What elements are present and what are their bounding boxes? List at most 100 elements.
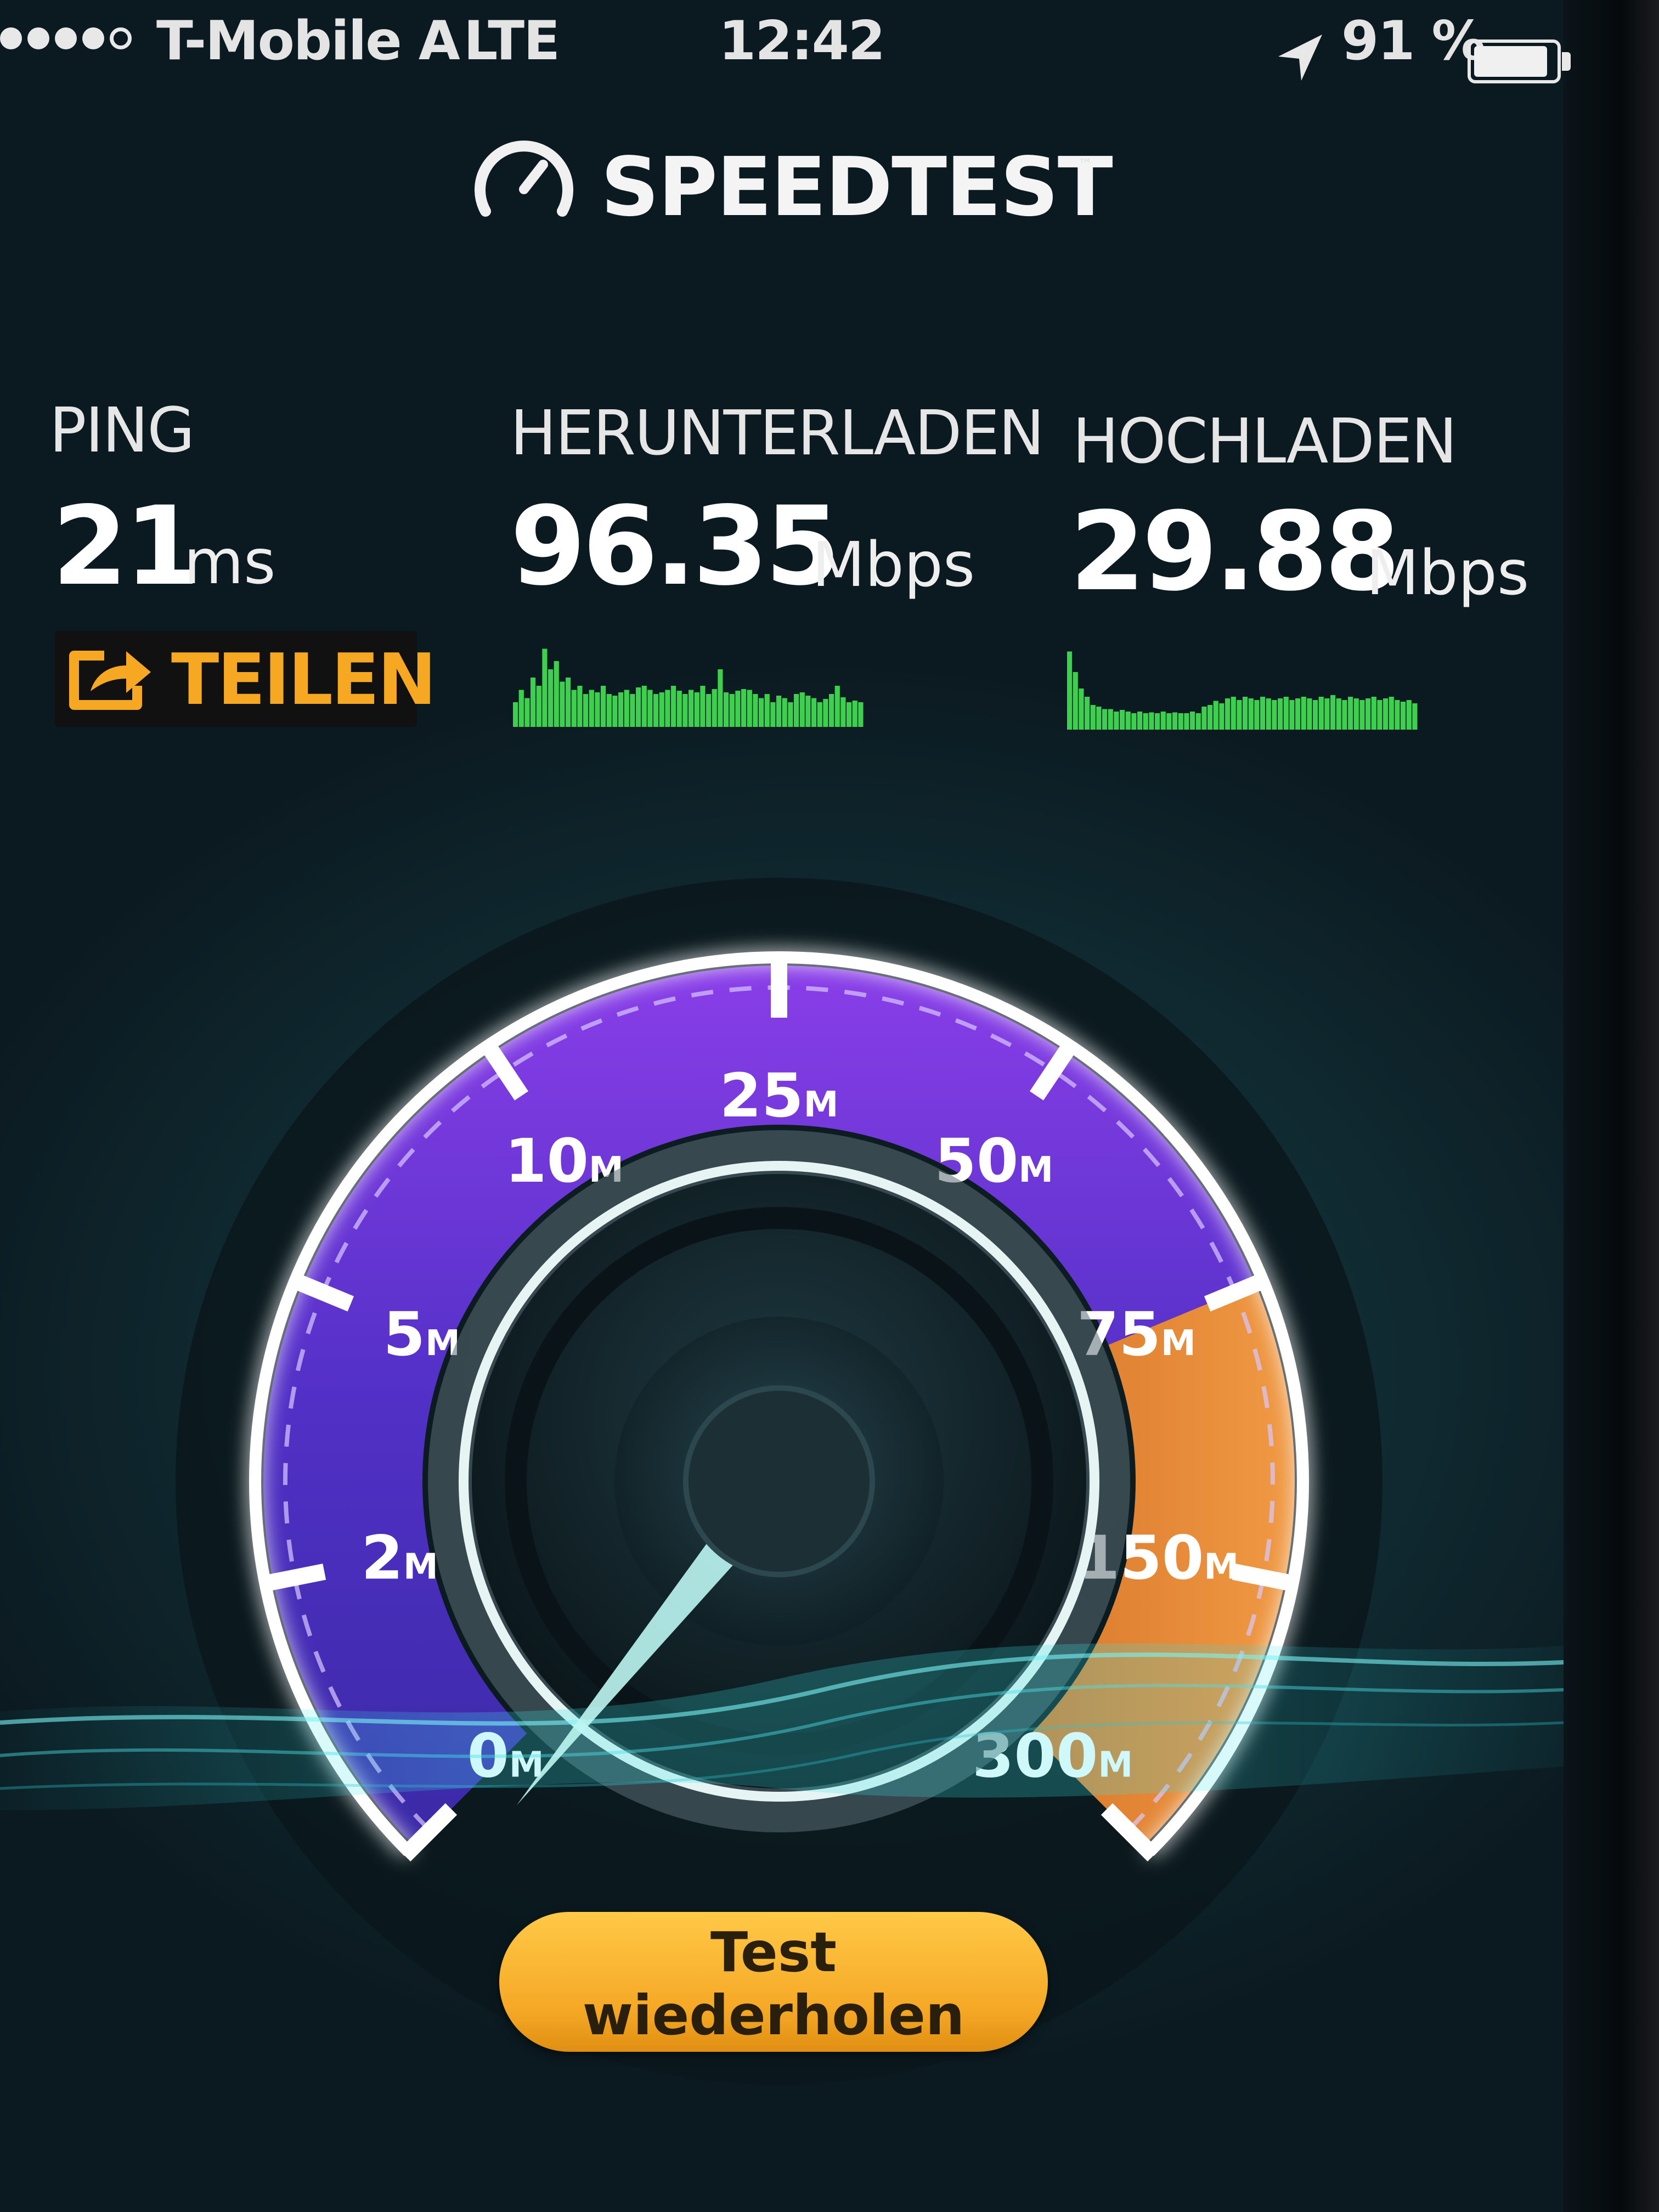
sparkline-bar <box>612 696 618 727</box>
upload-label: HOCHLADEN <box>1073 406 1457 477</box>
ping-value: 21 <box>52 483 200 610</box>
sparkline-bar <box>729 694 735 727</box>
sparkline-bar <box>1184 713 1189 730</box>
battery-icon <box>1468 40 1561 83</box>
sparkline-bar <box>689 690 694 727</box>
sparkline-bar <box>1283 697 1289 730</box>
sparkline-bar <box>1114 712 1119 730</box>
retest-label-line1[interactable]: Test <box>499 1920 1048 1984</box>
sparkline-bar <box>1324 698 1330 730</box>
sparkline-bar <box>1085 697 1090 730</box>
sparkline-bar <box>682 694 688 727</box>
sparkline-bar <box>823 699 828 727</box>
sparkline-bar <box>1137 712 1143 730</box>
sparkline-bar <box>788 702 793 727</box>
battery-tip <box>1562 52 1571 71</box>
sparkline-bar <box>1330 695 1336 730</box>
sparkline-bar <box>1149 712 1154 730</box>
sparkline-bar <box>1178 713 1183 730</box>
sparkline-bar <box>1125 712 1131 730</box>
sparkline-bar <box>531 678 536 727</box>
upload-sparkline <box>1067 651 1418 730</box>
sparkline-bar <box>1301 697 1306 730</box>
sparkline-bar <box>1359 700 1365 730</box>
sparkline-bar <box>659 692 664 727</box>
sparkline-bar <box>624 690 629 727</box>
sparkline-bar <box>1067 651 1073 730</box>
sparkline-bar <box>753 694 758 727</box>
sparkline-bar <box>1383 698 1389 730</box>
ping-unit: ms <box>184 527 276 598</box>
sparkline-bar <box>566 678 571 727</box>
sparkline-bar <box>524 698 530 727</box>
sparkline-bar <box>840 697 846 727</box>
sparkline-bar <box>1090 705 1096 730</box>
sparkline-bar <box>577 686 583 727</box>
sparkline-bar <box>829 694 834 727</box>
sparkline-bar <box>1231 697 1236 730</box>
signal-dot <box>55 27 77 49</box>
upload-value: 29.88 <box>1070 488 1400 615</box>
sparkline-bar <box>805 696 811 727</box>
sparkline-bar <box>735 691 741 727</box>
sparkline-bar <box>630 694 635 727</box>
sparkline-bar <box>665 690 670 727</box>
download-unit: Mbps <box>812 529 975 601</box>
sparkline-bar <box>741 689 747 727</box>
sparkline-bar <box>1348 697 1353 730</box>
sparkline-bar <box>1353 698 1359 730</box>
network-type: LTE <box>464 10 560 72</box>
sparkline-bar <box>589 690 594 727</box>
sparkline-bar <box>536 686 541 727</box>
battery-percent: 91 % <box>1341 10 1486 72</box>
speedometer-logo-icon <box>475 140 573 217</box>
sparkline-bar <box>847 702 852 727</box>
sparkline-bar <box>852 701 857 727</box>
ping-label: PING <box>49 395 195 466</box>
sparkline-bar <box>676 691 682 727</box>
sparkline-bar <box>770 702 776 727</box>
sparkline-bar <box>1207 705 1213 730</box>
sparkline-bar <box>776 696 782 727</box>
sparkline-bar <box>1195 713 1201 730</box>
sparkline-bar <box>1201 707 1207 730</box>
sparkline-bar <box>799 692 805 727</box>
sparkline-bar <box>724 692 729 727</box>
download-label: HERUNTERLADEN <box>510 398 1045 469</box>
sparkline-bar <box>1079 689 1084 730</box>
device-bezel <box>1564 0 1659 2212</box>
sparkline-bar <box>1143 713 1148 730</box>
signal-dot <box>82 27 104 49</box>
share-label[interactable]: TEILEN <box>171 639 436 721</box>
sparkline-bar <box>571 690 577 727</box>
sparkline-bar <box>601 686 606 727</box>
sparkline-bar <box>1120 710 1125 730</box>
sparkline-bar <box>747 690 752 727</box>
gauge-hub-center <box>683 1385 875 1577</box>
sparkline-bar <box>1365 698 1371 730</box>
sparkline-bar <box>1190 712 1195 730</box>
sparkline-bar <box>1401 702 1406 730</box>
sparkline-bar <box>817 702 822 727</box>
sparkline-bar <box>1289 700 1295 730</box>
sparkline-bar <box>1318 697 1324 730</box>
sparkline-bar <box>1336 698 1341 730</box>
sparkline-bar <box>1172 712 1178 730</box>
sparkline-bar <box>653 694 659 727</box>
download-sparkline <box>513 648 864 727</box>
sparkline-bar <box>764 694 770 727</box>
sparkline-bar <box>1260 697 1266 730</box>
sparkline-bar <box>606 694 612 727</box>
sparkline-bar <box>1248 698 1254 730</box>
signal-dot <box>27 27 49 49</box>
sparkline-bar <box>718 669 723 727</box>
trademark-symbol: ™ <box>1078 156 1092 173</box>
sparkline-bar <box>1371 697 1376 730</box>
retest-label-line2[interactable]: wiederholen <box>499 1983 1048 2047</box>
signal-dot <box>0 27 22 49</box>
sparkline-bar <box>1278 698 1283 730</box>
sparkline-bar <box>641 686 647 727</box>
sparkline-bar <box>1377 700 1383 730</box>
sparkline-bar <box>700 686 706 727</box>
sparkline-bar <box>1272 700 1277 730</box>
